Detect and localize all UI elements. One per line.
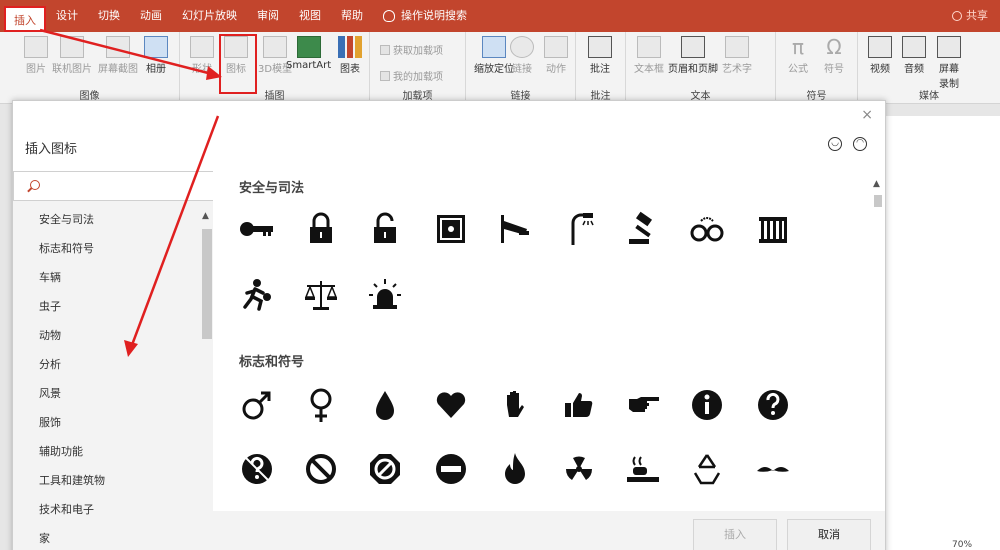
arrow-head (206, 66, 222, 80)
arrow-line (130, 115, 220, 346)
arrow-line (39, 28, 213, 76)
arrow-head (124, 340, 138, 357)
annotation-arrows (39, 28, 222, 357)
